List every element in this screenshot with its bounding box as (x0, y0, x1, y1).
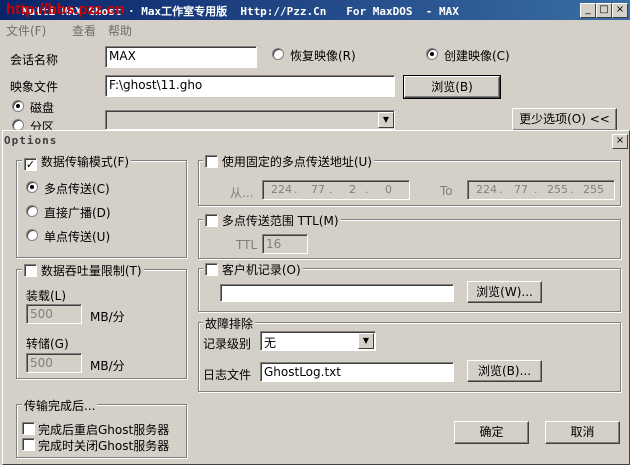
to-ip-octet: 255 (547, 183, 568, 196)
image-file-input[interactable]: F:\ghost\11.gho (105, 75, 395, 97)
create-image-radio[interactable] (426, 48, 438, 60)
fixed-multicast-legend: 使用固定的多点传送地址(U) (203, 153, 374, 170)
to-ip-octet: 255 (583, 183, 604, 196)
maximize-icon: □ (599, 4, 609, 15)
throughput-legend: 数据吞吐量限制(T) (22, 262, 144, 279)
client-log-path-input[interactable] (220, 284, 454, 302)
transfer-mode-label: 数据传输模式(F) (40, 155, 130, 169)
log-file-label: 日志文件 (203, 368, 252, 382)
throughput-label: 数据吞吐量限制(T) (40, 264, 142, 278)
session-name-input[interactable]: MAX (105, 46, 257, 68)
load-label: 装载(L) (26, 289, 67, 303)
options-title: Options (4, 134, 58, 147)
troubleshoot-legend: 故障排除 (203, 315, 256, 332)
shutdown-checkbox[interactable] (22, 438, 35, 451)
log-file-input[interactable]: GhostLog.txt (260, 362, 454, 382)
watermark-url: http://bbs.pzz.cn (6, 1, 125, 18)
ttl-input[interactable]: 16 (262, 234, 308, 254)
ip-dot: . (329, 183, 333, 196)
client-log-checkbox[interactable] (205, 263, 218, 276)
to-ip-input[interactable]: 224 . 77 . 255 . 255 (467, 180, 615, 200)
minimize-button[interactable]: _ (580, 3, 596, 18)
load-rate-input[interactable]: 500 (26, 304, 82, 324)
from-ip-octet: 224 (271, 183, 292, 196)
from-ip-octet: 2 (349, 183, 356, 196)
close-icon: × (615, 135, 625, 146)
browse-image-button[interactable]: 浏览(B) (403, 75, 501, 99)
store-label: 转储(G) (26, 337, 69, 351)
from-ip-input[interactable]: 224 . 77 . 2 . 0 (262, 180, 410, 200)
ip-dot: . (534, 183, 538, 196)
multicast-label: 多点传送(C) (44, 182, 110, 196)
to-ip-octet: 77 (514, 183, 528, 196)
ip-dot: . (294, 183, 298, 196)
transfer-mode-checkbox[interactable]: ✓ (24, 158, 37, 171)
session-label: 会话名称 (10, 53, 59, 67)
transfer-mode-legend: ✓ 数据传输模式(F) (22, 153, 132, 171)
ip-dot: . (365, 183, 369, 196)
after-transfer-legend: 传输完成后... (22, 397, 98, 414)
ttl-label: TTL (236, 238, 258, 252)
log-level-dropdown-arrow[interactable]: ▼ (358, 333, 374, 349)
store-rate-input[interactable]: 500 (26, 353, 82, 373)
client-log-browse-button[interactable]: 浏览(W)... (467, 281, 542, 303)
restore-image-radio[interactable] (272, 48, 284, 60)
from-label: 从... (230, 186, 254, 200)
log-file-browse-button[interactable]: 浏览(B)... (467, 360, 542, 382)
image-file-label: 映象文件 (10, 80, 59, 94)
restart-label: 完成后重启Ghost服务器 (38, 423, 170, 437)
client-log-legend: 客户机记录(O) (203, 261, 303, 278)
unicast-label: 单点传送(U) (44, 230, 111, 244)
ttl-checkbox[interactable] (205, 214, 218, 227)
throughput-checkbox[interactable] (24, 264, 37, 277)
unicast-radio[interactable] (26, 229, 38, 241)
to-ip-octet: 224 (476, 183, 497, 196)
checkmark-icon: ✓ (25, 158, 36, 171)
fixed-multicast-checkbox[interactable] (205, 155, 218, 168)
ip-dot: . (570, 183, 574, 196)
fewer-options-button[interactable]: 更少选项(O) << (512, 108, 617, 131)
restart-checkbox[interactable] (22, 422, 35, 435)
to-label: To (440, 184, 453, 198)
partition-dropdown-arrow[interactable]: ▼ (378, 112, 394, 128)
ip-dot: . (499, 183, 503, 196)
ok-button[interactable]: 确定 (454, 421, 529, 444)
options-title-bar (3, 133, 625, 150)
multicast-radio[interactable] (26, 181, 38, 193)
broadcast-radio[interactable] (26, 205, 38, 217)
chevron-down-icon: ▼ (362, 336, 370, 345)
from-ip-octet: 0 (385, 183, 392, 196)
disk-radio[interactable] (12, 100, 24, 112)
store-unit: MB/分 (90, 359, 125, 373)
restore-image-label: 恢复映像(R) (290, 49, 356, 63)
client-log-label: 客户机记录(O) (221, 263, 301, 277)
options-close-button[interactable]: × (612, 134, 628, 149)
menu-file[interactable]: 文件(F) (6, 22, 46, 39)
chevron-down-icon: ▼ (382, 115, 390, 124)
broadcast-label: 直接广播(D) (44, 206, 111, 220)
menu-help[interactable]: 帮助 (108, 22, 132, 39)
close-button[interactable]: × (612, 3, 628, 18)
minimize-icon: _ (585, 4, 591, 15)
maximize-button[interactable]: □ (596, 3, 612, 18)
shutdown-label: 完成时关闭Ghost服务器 (38, 439, 170, 453)
partition-select[interactable] (105, 110, 395, 130)
menu-view[interactable]: 查看 (72, 22, 96, 39)
close-icon: × (615, 4, 625, 15)
log-level-label: 记录级别 (203, 337, 252, 351)
fixed-multicast-label: 使用固定的多点传送地址(U) (221, 155, 372, 169)
load-unit: MB/分 (90, 310, 125, 324)
create-image-label: 创建映像(C) (444, 49, 510, 63)
from-ip-octet: 77 (311, 183, 325, 196)
ttl-legend: 多点传送范围 TTL(M) (203, 212, 341, 229)
cancel-button[interactable]: 取消 (545, 421, 620, 444)
disk-label: 磁盘 (30, 101, 55, 115)
ttl-range-label: 多点传送范围 TTL(M) (221, 214, 339, 228)
